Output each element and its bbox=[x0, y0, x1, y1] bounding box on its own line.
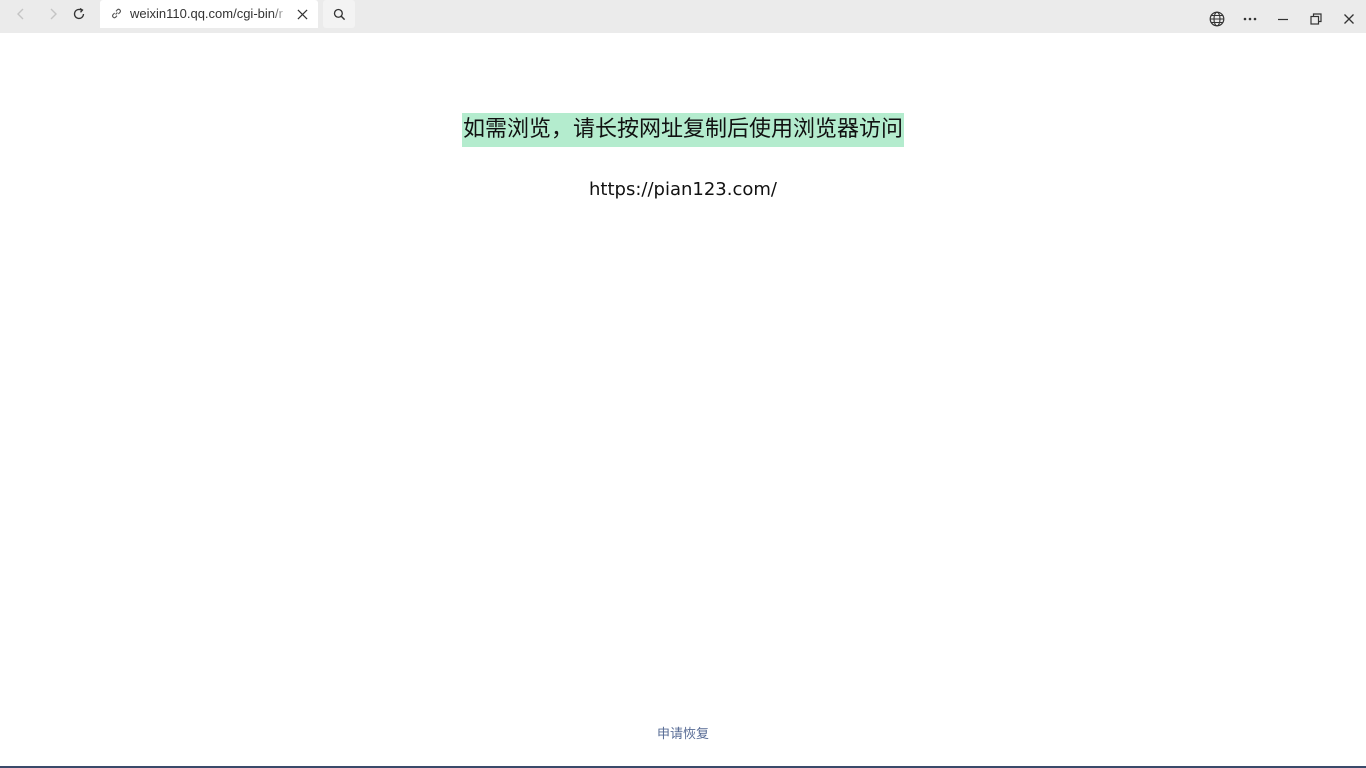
link-icon bbox=[112, 8, 121, 19]
more-icon bbox=[1243, 17, 1257, 21]
search-button[interactable] bbox=[323, 0, 355, 28]
minimize-icon bbox=[1278, 18, 1288, 21]
page-content: 如需浏览，请长按网址复制后使用浏览器访问 https://pian123.com… bbox=[0, 33, 1366, 766]
headline-container: 如需浏览，请长按网址复制后使用浏览器访问 bbox=[0, 113, 1366, 147]
window-close-button[interactable] bbox=[1337, 6, 1361, 32]
globe-icon bbox=[1209, 11, 1225, 27]
forward-arrow-icon bbox=[50, 8, 57, 20]
globe-button[interactable] bbox=[1205, 6, 1229, 32]
reload-icon bbox=[73, 7, 85, 20]
close-icon bbox=[296, 8, 308, 20]
browser-titlebar: weixin110.qq.com/cgi-bin/r bbox=[0, 0, 1366, 33]
tab-url: weixin110.qq.com/cgi-bin/r bbox=[130, 6, 283, 21]
footer-container: 申请恢复 bbox=[0, 723, 1366, 742]
back-button[interactable] bbox=[7, 0, 35, 28]
restore-button[interactable] bbox=[1304, 6, 1328, 32]
tab-close-button[interactable] bbox=[294, 6, 310, 22]
forward-button[interactable] bbox=[39, 0, 67, 28]
back-arrow-icon bbox=[17, 8, 24, 20]
browser-tab[interactable]: weixin110.qq.com/cgi-bin/r bbox=[100, 0, 318, 28]
restore-icon bbox=[1310, 13, 1322, 25]
reload-button[interactable] bbox=[65, 0, 93, 28]
more-button[interactable] bbox=[1238, 6, 1262, 32]
minimize-button[interactable] bbox=[1271, 6, 1295, 32]
page-headline: 如需浏览，请长按网址复制后使用浏览器访问 bbox=[461, 113, 904, 147]
search-icon bbox=[333, 8, 345, 20]
target-url: https://pian123.com/ bbox=[589, 179, 777, 200]
window-close-icon bbox=[1344, 14, 1354, 24]
appeal-restore-link[interactable]: 申请恢复 bbox=[657, 727, 709, 742]
